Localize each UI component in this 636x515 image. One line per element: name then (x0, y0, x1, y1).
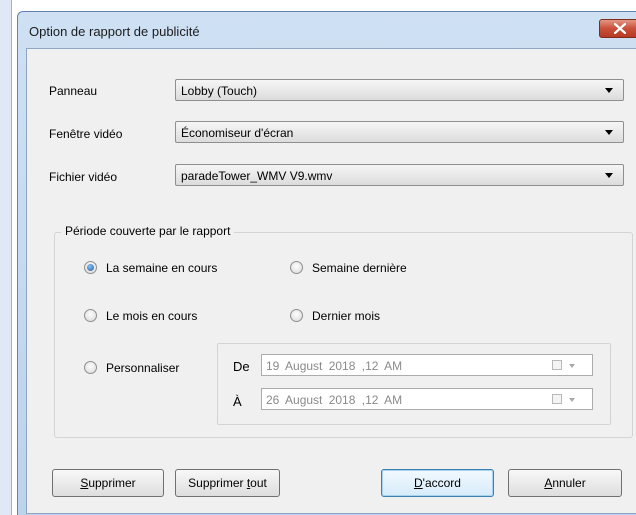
delete-button[interactable]: Supprimer (52, 469, 164, 497)
from-date-label: De (233, 359, 250, 374)
chevron-down-icon[interactable] (569, 398, 575, 402)
chevron-down-icon (605, 130, 613, 135)
fenetre-video-label: Fenêtre vidéo (49, 127, 123, 141)
ok-button[interactable]: D'accord (381, 469, 494, 497)
close-button[interactable] (599, 19, 636, 38)
panneau-select[interactable]: Lobby (Touch) (175, 79, 624, 101)
calendar-checkbox-icon[interactable] (552, 394, 562, 404)
cancel-button[interactable]: Annuler (508, 469, 622, 497)
chevron-down-icon[interactable] (569, 364, 575, 368)
radio-last-month[interactable] (290, 309, 303, 322)
fenetre-video-value: Économiseur d'écran (181, 126, 294, 140)
to-date-picker[interactable]: 26 August 2018 ,12 AM (261, 388, 593, 410)
title-bar[interactable]: Option de rapport de publicité (18, 12, 636, 48)
radio-last-month-label[interactable]: Dernier mois (312, 309, 380, 323)
panneau-label: Panneau (49, 84, 98, 98)
dialog-window: Option de rapport de publicité Panneau L… (17, 11, 636, 515)
chevron-down-icon (605, 88, 613, 93)
from-date-value: 19 August 2018 ,12 AM (266, 359, 403, 373)
radio-last-week[interactable] (290, 261, 303, 274)
radio-custom-label[interactable]: Personnaliser (106, 361, 179, 375)
period-group-legend: Période couverte par le rapport (61, 224, 235, 238)
radio-current-month[interactable] (84, 309, 97, 322)
calendar-checkbox-icon[interactable] (552, 360, 562, 370)
to-date-value: 26 August 2018 ,12 AM (266, 393, 403, 407)
radio-current-week-label[interactable]: La semaine en cours (106, 261, 217, 275)
background-window-border (11, 0, 12, 515)
radio-selected-dot (87, 264, 94, 271)
panneau-value: Lobby (Touch) (181, 84, 258, 98)
radio-last-week-label[interactable]: Semaine dernière (312, 261, 407, 275)
dialog-title: Option de rapport de publicité (29, 24, 200, 39)
to-date-label: À (233, 394, 242, 409)
fichier-video-select[interactable]: paradeTower_WMV V9.wmv (175, 164, 624, 186)
fichier-video-value: paradeTower_WMV V9.wmv (181, 169, 333, 183)
dialog-client-area: Panneau Lobby (Touch) Fenêtre vidéo Écon… (26, 48, 636, 514)
radio-custom[interactable] (84, 361, 97, 374)
delete-all-button[interactable]: Supprimer tout (175, 469, 280, 497)
radio-current-month-label[interactable]: Le mois en cours (106, 309, 197, 323)
radio-current-week[interactable] (84, 261, 97, 274)
chevron-down-icon (605, 173, 613, 178)
close-icon (614, 23, 626, 34)
fichier-video-label: Fichier vidéo (49, 170, 118, 184)
from-date-picker[interactable]: 19 August 2018 ,12 AM (261, 354, 593, 376)
fenetre-video-select[interactable]: Économiseur d'écran (175, 121, 624, 143)
